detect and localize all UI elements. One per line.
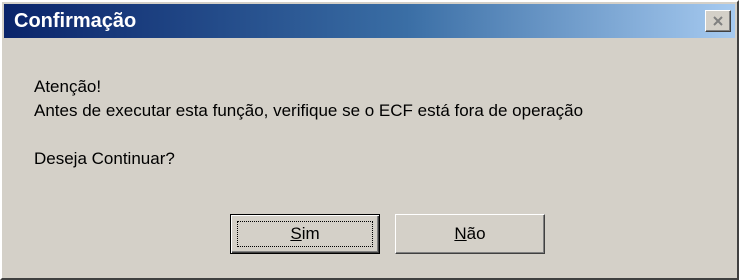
yes-button[interactable]: Sim: [230, 214, 380, 254]
message-question: Deseja Continuar?: [34, 149, 175, 168]
dialog-title: Confirmação: [14, 10, 137, 32]
no-button-label: Não: [454, 224, 485, 243]
close-icon: [712, 15, 724, 27]
message-warning: Antes de executar esta função, verifique…: [34, 101, 584, 120]
close-button[interactable]: [705, 10, 731, 32]
message-attention: Atenção!: [34, 77, 102, 96]
no-button[interactable]: Não: [395, 214, 545, 254]
no-mnemonic: N: [454, 224, 467, 243]
confirmation-dialog: Confirmação Atenção! Antes de executar e…: [0, 0, 739, 280]
yes-label-rest: im: [301, 224, 320, 243]
no-label-rest: ão: [466, 224, 486, 243]
yes-mnemonic: S: [290, 224, 302, 243]
yes-button-label: Sim: [290, 224, 319, 243]
title-bar[interactable]: Confirmação: [4, 4, 735, 38]
